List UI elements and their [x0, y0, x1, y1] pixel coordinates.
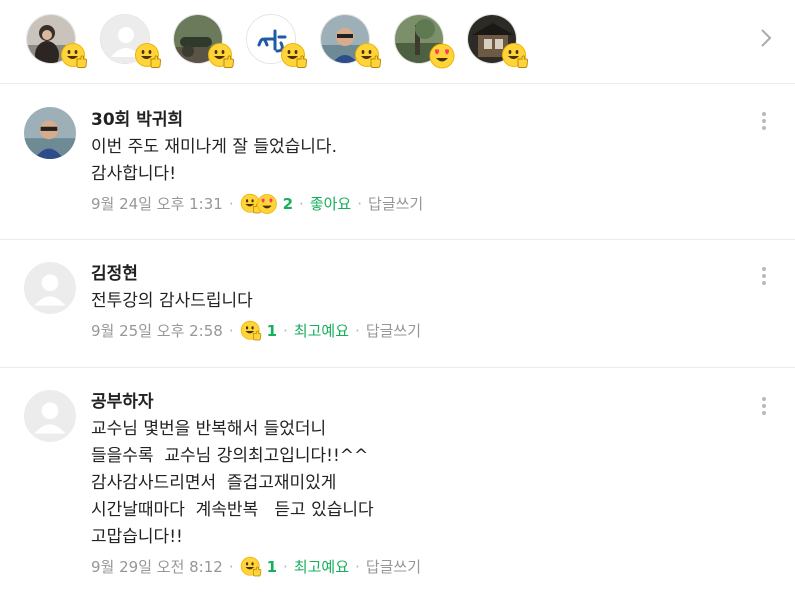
reply-button[interactable]: 답글쓰기: [368, 193, 423, 215]
reactors-strip: [0, 0, 795, 84]
comment-author[interactable]: 공부하자: [91, 391, 735, 413]
like-emoji-icon: [280, 42, 308, 70]
reaction-count: 1: [266, 558, 278, 576]
comment-author[interactable]: 김정현: [91, 263, 735, 285]
comment-line: 감사감사드리면서 즐겁고재미있게: [91, 473, 337, 493]
more-options-icon[interactable]: [757, 394, 771, 418]
like-emoji-icon: [240, 556, 262, 578]
comment-date: 9월 29일 오전 8:12: [91, 558, 223, 576]
separator-dot: ·: [228, 195, 234, 213]
comment-line: 감사합니다!: [91, 164, 177, 184]
separator-dot: ·: [283, 322, 288, 340]
reactor-6[interactable]: [394, 14, 455, 69]
reaction-summary[interactable]: 2: [240, 193, 293, 215]
reaction-label[interactable]: 좋아요: [310, 193, 351, 215]
comment-text: 이번 주도 재미나게 잘 들었습니다. 감사합니다!: [91, 134, 735, 188]
comment-line: 전투강의 감사드립니다: [91, 291, 253, 311]
reactor-5[interactable]: [320, 14, 382, 68]
chevron-right-icon[interactable]: [757, 26, 775, 50]
comment-item: 30회 박귀희 이번 주도 재미나게 잘 들었습니다. 감사합니다! 9월 24…: [0, 84, 795, 240]
separator-dot: ·: [228, 558, 234, 576]
reaction-count: 1: [266, 322, 278, 340]
heart-eyes-emoji-icon: [256, 193, 278, 215]
comment-date: 9월 24일 오후 1:31: [91, 195, 223, 213]
comment-line: 교수님 몇번을 반복해서 들었더니: [91, 419, 327, 439]
comment-date: 9월 25일 오후 2:58: [91, 322, 223, 340]
reaction-count: 2: [282, 195, 294, 213]
separator-dot: ·: [357, 195, 363, 213]
separator-dot: ·: [355, 322, 360, 340]
separator-dot: ·: [283, 558, 288, 576]
comment-author[interactable]: 30회 박귀희: [91, 109, 735, 131]
comment-line: 이번 주도 재미나게 잘 들었습니다.: [91, 137, 337, 157]
default-avatar[interactable]: [24, 262, 76, 314]
reactor-3[interactable]: [173, 14, 235, 68]
like-emoji-icon: [60, 42, 88, 70]
more-options-icon[interactable]: [757, 264, 771, 288]
comment-meta: 9월 25일 오후 2:58 · 1 · 최고예요 · 답글쓰기: [91, 320, 735, 342]
reactor-2[interactable]: [100, 14, 162, 68]
separator-dot: ·: [355, 558, 360, 576]
like-emoji-icon: [501, 42, 529, 70]
separator-dot: ·: [299, 195, 304, 213]
like-emoji-icon: [354, 42, 382, 70]
reactor-7[interactable]: [467, 14, 529, 68]
reply-button[interactable]: 답글쓰기: [366, 320, 421, 342]
reaction-summary[interactable]: 1: [240, 556, 277, 578]
reaction-label[interactable]: 최고예요: [294, 320, 349, 342]
heart-eyes-emoji-icon: [428, 42, 456, 70]
man-sunglasses-photo-avatar[interactable]: [24, 107, 76, 159]
like-emoji-icon: [207, 42, 235, 70]
comment-text: 교수님 몇번을 반복해서 들었더니 들을수록 교수님 강의최고입니다!!^^ 감…: [91, 416, 735, 551]
default-avatar[interactable]: [24, 390, 76, 442]
reply-button[interactable]: 답글쓰기: [366, 556, 421, 578]
reactor-1[interactable]: [26, 14, 88, 68]
comment-text: 전투강의 감사드립니다: [91, 288, 735, 315]
more-options-icon[interactable]: [757, 109, 771, 133]
like-emoji-icon: [240, 320, 262, 342]
comment-line: 시간날때마다 계속반복 듣고 있습니다: [91, 500, 374, 520]
comment-meta: 9월 24일 오후 1:31 · 2 · 좋아요 · 답글쓰기: [91, 193, 735, 215]
separator-dot: ·: [228, 322, 234, 340]
reactor-4[interactable]: [246, 14, 308, 68]
reaction-summary[interactable]: 1: [240, 320, 277, 342]
comment-item: 김정현 전투강의 감사드립니다 9월 25일 오후 2:58 · 1 · 최고예…: [0, 240, 795, 368]
comment-line: 들을수록 교수님 강의최고입니다!!^^: [91, 446, 369, 466]
comment-line: 고맙습니다!!: [91, 527, 183, 547]
comment-item: 공부하자 교수님 몇번을 반복해서 들었더니 들을수록 교수님 강의최고입니다!…: [0, 368, 795, 602]
like-emoji-icon: [134, 42, 162, 70]
reaction-label[interactable]: 최고예요: [294, 556, 349, 578]
comment-meta: 9월 29일 오전 8:12 · 1 · 최고예요 · 답글쓰기: [91, 556, 735, 578]
